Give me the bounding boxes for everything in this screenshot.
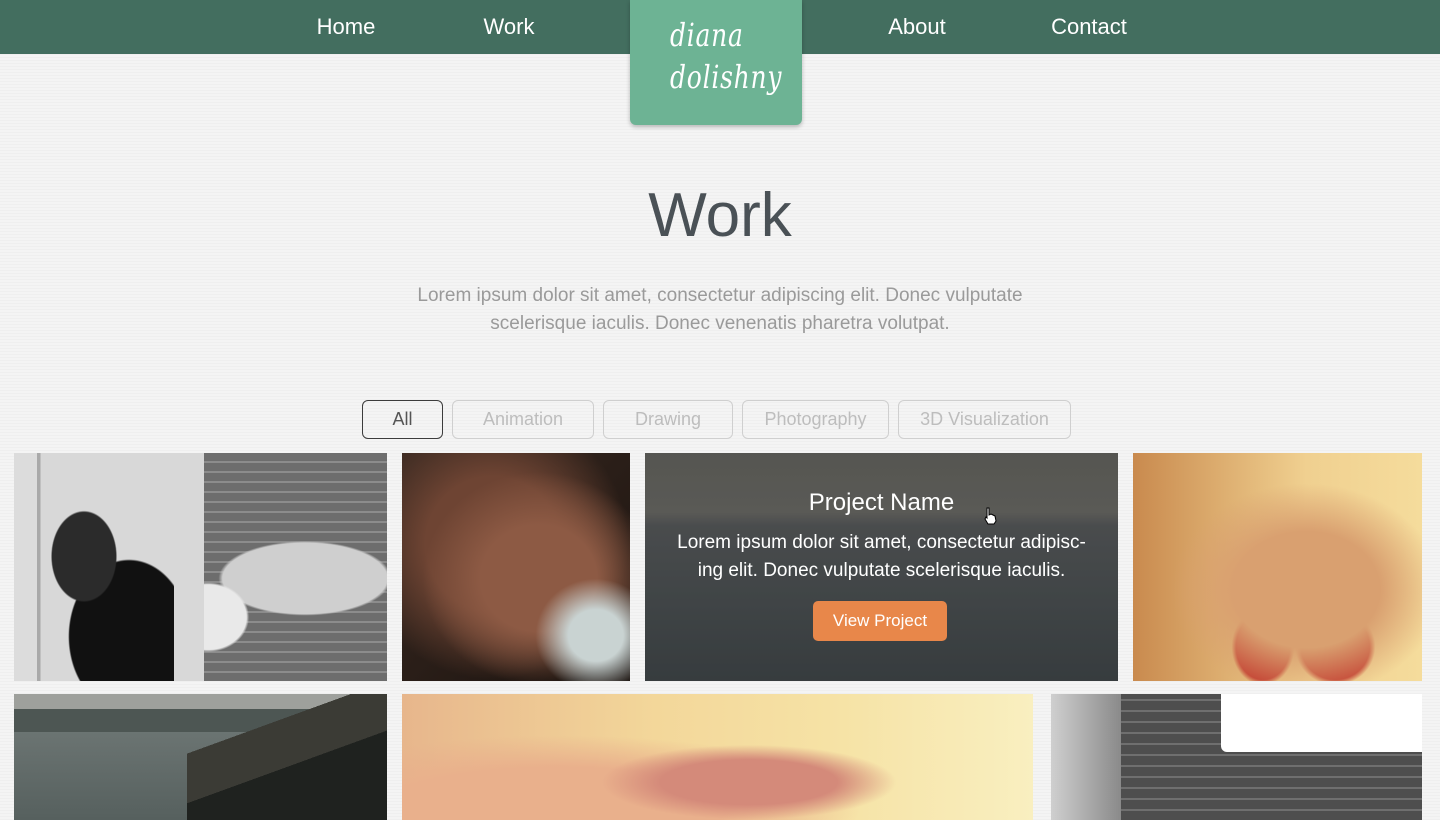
filter-drawing-button[interactable]: Drawing bbox=[603, 400, 733, 439]
project-name: Project Name bbox=[808, 489, 955, 516]
filter-3d-visualization-button[interactable]: 3D Visualization bbox=[898, 400, 1071, 439]
page-title: Work bbox=[648, 181, 792, 250]
logo-last-name: dolishny bbox=[670, 58, 783, 96]
portfolio-tile-sneakers[interactable] bbox=[1133, 453, 1422, 681]
site-logo[interactable]: diana dolishny bbox=[630, 0, 802, 125]
nav-home-link[interactable]: Home bbox=[266, 0, 426, 54]
logo-first-name: diana bbox=[670, 16, 744, 54]
hand-cursor-icon bbox=[984, 507, 997, 525]
page-intro-text: Lorem ipsum dolor sit amet, consectetur … bbox=[417, 285, 1023, 334]
portfolio-tile-group-photo[interactable] bbox=[14, 453, 387, 681]
project-description: Lorem ipsum dolor sit amet, consectetur … bbox=[677, 532, 1086, 581]
filter-all-button[interactable]: All bbox=[362, 400, 443, 439]
nav-contact-link[interactable]: Contact bbox=[1009, 0, 1169, 54]
filter-animation-button[interactable]: Animation bbox=[452, 400, 594, 439]
filter-photography-button[interactable]: Photography bbox=[742, 400, 889, 439]
portfolio-tile-coastline[interactable] bbox=[14, 694, 387, 820]
portfolio-tile-brick-wall[interactable] bbox=[1051, 694, 1422, 820]
nav-about-link[interactable]: About bbox=[837, 0, 997, 54]
portfolio-tile-old-man-portrait[interactable] bbox=[402, 453, 630, 681]
view-project-button[interactable]: View Project bbox=[813, 601, 947, 641]
portfolio-tile-hands-closeup[interactable] bbox=[402, 694, 1033, 820]
nav-work-link[interactable]: Work bbox=[429, 0, 589, 54]
portfolio-tile-hovered[interactable]: Project Name Lorem ipsum dolor sit amet,… bbox=[645, 453, 1118, 681]
